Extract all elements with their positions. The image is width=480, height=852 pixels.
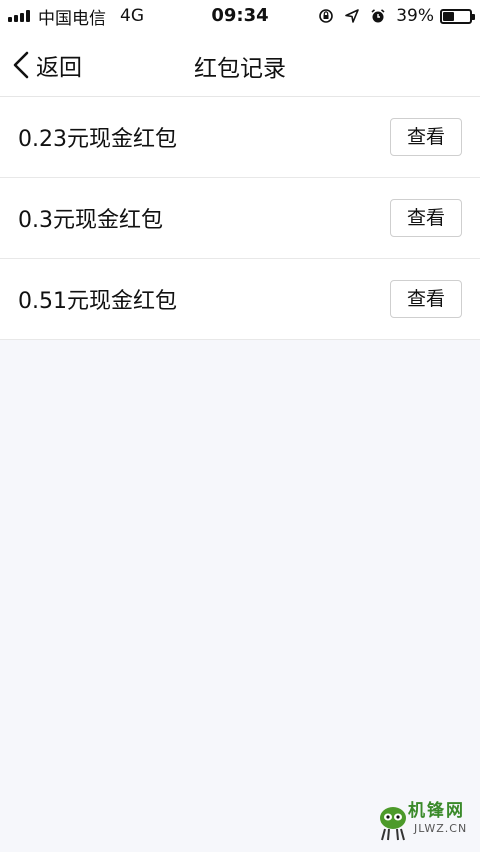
view-button[interactable]: 查看 — [390, 199, 462, 237]
red-packet-record-list: 0.23元现金红包 查看 0.3元现金红包 查看 0.51元现金红包 查看 — [0, 97, 480, 340]
orientation-lock-icon — [319, 9, 334, 23]
status-right: 39% — [308, 6, 475, 26]
watermark: 机锋网 JLWZ.CN — [374, 796, 474, 846]
view-button[interactable]: 查看 — [390, 118, 462, 156]
list-item: 0.23元现金红包 查看 — [0, 97, 480, 178]
record-label: 0.51元现金红包 — [18, 289, 177, 314]
battery-percent: 39% — [396, 6, 434, 26]
list-item: 0.51元现金红包 查看 — [0, 259, 480, 340]
page-title: 红包记录 — [194, 56, 286, 82]
watermark-text: 机锋网 — [408, 801, 465, 821]
status-bar: 中国电信 4G 09:34 39% — [0, 0, 480, 33]
navigation-bar: 返回 红包记录 — [0, 33, 480, 97]
battery-icon — [440, 8, 475, 24]
watermark-site: JLWZ.CN — [414, 822, 468, 835]
location-arrow-icon — [345, 9, 360, 23]
record-label: 0.23元现金红包 — [18, 127, 177, 152]
robot-mascot-icon — [380, 807, 406, 841]
battery-level — [443, 11, 454, 21]
list-item: 0.3元现金红包 查看 — [0, 178, 480, 259]
record-label: 0.3元现金红包 — [18, 208, 163, 233]
alarm-clock-icon — [371, 9, 385, 23]
view-button[interactable]: 查看 — [390, 280, 462, 318]
